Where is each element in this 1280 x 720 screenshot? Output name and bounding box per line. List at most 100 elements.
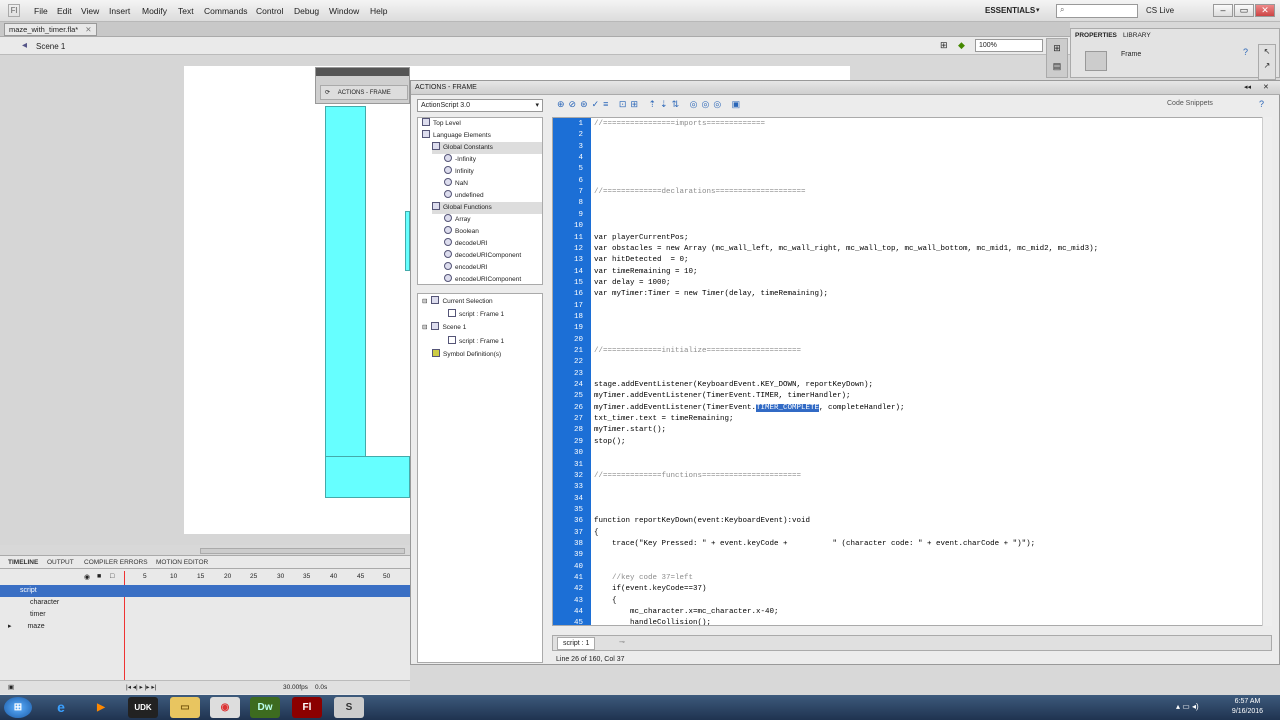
code-line[interactable]: 12 var obstacles = new Array (mc_wall_lef… <box>553 244 1271 255</box>
tree-item[interactable]: script : Frame 1 <box>448 309 504 321</box>
code-line[interactable]: 35 <box>553 505 1271 516</box>
new-layer-icon[interactable]: ▣ <box>8 681 14 695</box>
layer-row[interactable]: script <box>0 585 410 597</box>
actions-panel-title[interactable]: ACTIONS - FRAME <box>411 81 1280 95</box>
code-line[interactable]: 22 <box>553 357 1271 368</box>
menu-file[interactable]: File <box>34 6 48 16</box>
tree-item[interactable]: Language Elements <box>422 130 491 142</box>
code-line[interactable]: 39 <box>553 550 1271 561</box>
language-select[interactable]: ActionScript 3.0 ▾ <box>417 99 543 112</box>
maze-wall-bottom[interactable] <box>325 456 410 498</box>
code-snippets-button[interactable]: Code Snippets <box>1167 100 1213 107</box>
code-line[interactable]: 19 <box>553 323 1271 334</box>
tool-palette[interactable]: ↖ ↗ <box>1258 44 1276 80</box>
code-line[interactable]: 31 <box>553 460 1271 471</box>
tree-item[interactable]: ⊟ Current Selection <box>422 296 493 308</box>
tree-item[interactable]: encodeURI <box>444 262 488 274</box>
tree-item[interactable]: NaN <box>444 178 468 190</box>
tab-motion-editor[interactable]: MOTION EDITOR <box>156 559 208 566</box>
tree-item[interactable]: Symbol Definition(s) <box>432 349 501 361</box>
code-line[interactable]: 23 <box>553 369 1271 380</box>
tree-item[interactable]: ⊟ Scene 1 <box>422 322 466 334</box>
code-line[interactable]: 15 var delay = 1000; <box>553 278 1271 289</box>
clock[interactable]: 6:57 AM 9/16/2016 <box>1220 697 1275 717</box>
close-button[interactable]: ✕ <box>1255 4 1275 17</box>
zoom-select[interactable]: 100% <box>975 39 1043 52</box>
code-line[interactable]: 9 <box>553 210 1271 221</box>
menu-view[interactable]: View <box>81 6 99 16</box>
media-player-icon[interactable]: ▶ <box>86 697 116 718</box>
code-line[interactable]: 3 <box>553 142 1271 153</box>
udk-icon[interactable]: UDK <box>128 697 158 718</box>
code-line[interactable]: 25 myTimer.addEventListener(TimerEvent.TI… <box>553 391 1271 402</box>
tab-timeline[interactable]: TIMELINE <box>8 559 38 566</box>
code-editor[interactable]: 1 //================imports============= 2… <box>552 117 1272 626</box>
tab-properties[interactable]: PROPERTIES <box>1075 32 1117 39</box>
tab-compiler-errors[interactable]: COMPILER ERRORS <box>84 559 148 566</box>
cs-live-menu[interactable]: CS Live <box>1146 6 1174 15</box>
actions-panel-collapsed[interactable]: ⟳ ACTIONS - FRAME <box>315 67 410 104</box>
tab-output[interactable]: OUTPUT <box>47 559 74 566</box>
tools-strip[interactable]: ⊞ ▤ <box>1046 38 1068 78</box>
code-line[interactable]: 43 { <box>553 596 1271 607</box>
code-line[interactable]: 38 trace("Key Pressed: " + event.keyCode… <box>553 539 1271 550</box>
help-icon[interactable]: ? <box>1259 99 1264 109</box>
collapse-icon[interactable]: ◂◂ <box>1244 83 1251 91</box>
code-line[interactable]: 6 <box>553 176 1271 187</box>
selected-token[interactable]: TIMER_COMPLETE <box>756 403 820 412</box>
pin-icon[interactable]: ⊸ <box>619 638 625 646</box>
help-search-input[interactable]: ⌕ <box>1056 4 1138 18</box>
code-line[interactable]: 34 <box>553 494 1271 505</box>
outline-icon[interactable]: □ <box>110 573 114 580</box>
code-line[interactable]: 14 var timeRemaining = 10; <box>553 267 1271 278</box>
start-button[interactable]: ⊞ <box>4 697 32 718</box>
code-line[interactable]: 4 <box>553 153 1271 164</box>
tree-item[interactable]: script : Frame 1 <box>448 336 504 348</box>
tree-item[interactable]: decodeURI <box>444 238 488 250</box>
code-line[interactable]: 27 txt_timer.text = timeRemaining; <box>553 414 1271 425</box>
lock-icon[interactable]: ■ <box>97 573 101 580</box>
code-line[interactable]: 7 //=============declarations============… <box>553 187 1271 198</box>
chevron-down-icon[interactable]: ▾ <box>1036 6 1040 14</box>
app-icon[interactable]: S <box>334 697 364 718</box>
stage-horizontal-scrollbar[interactable] <box>200 548 405 554</box>
tree-item[interactable]: undefined <box>444 190 484 202</box>
code-line[interactable]: 1 //================imports============= <box>553 119 1271 130</box>
explorer-icon[interactable]: ▭ <box>170 697 200 718</box>
folder-expand-icon[interactable]: ▸ <box>8 623 12 630</box>
document-tab[interactable]: maze_with_timer.fla* ✕ <box>4 23 97 36</box>
menu-insert[interactable]: Insert <box>109 6 130 16</box>
code-line[interactable]: 33 <box>553 482 1271 493</box>
eye-icon[interactable]: ◉ <box>84 573 90 581</box>
tree-item[interactable]: Top Level <box>422 118 461 130</box>
minimize-button[interactable]: – <box>1213 4 1233 17</box>
script-toolbar[interactable]: ⊕⊘⊛✓≡ ⊡⊞ ⇡⇣⇅ ◎◎◎ ▣ <box>557 99 787 111</box>
menu-edit[interactable]: Edit <box>57 6 72 16</box>
code-line[interactable]: 16 var myTimer:Timer = new Timer(delay, t… <box>553 289 1271 300</box>
code-line[interactable]: 37 { <box>553 528 1271 539</box>
code-line[interactable]: 45 handleCollision(); <box>553 618 1271 625</box>
flash-icon[interactable]: Fl <box>292 697 322 718</box>
tree-item[interactable]: encodeURIComponent <box>444 274 521 284</box>
dreamweaver-icon[interactable]: Dw <box>250 697 280 718</box>
restore-button[interactable]: ▭ <box>1234 4 1254 17</box>
code-line[interactable]: 11 var playerCurrentPos; <box>553 233 1271 244</box>
menu-text[interactable]: Text <box>178 6 194 16</box>
fps-readout[interactable]: 30.00fps <box>283 681 308 695</box>
layer-row[interactable]: ▸ maze <box>0 621 410 633</box>
menu-window[interactable]: Window <box>329 6 359 16</box>
code-line[interactable]: 2 <box>553 130 1271 141</box>
code-line[interactable]: 32 //=============functions==============… <box>553 471 1271 482</box>
back-arrow-icon[interactable]: ◂ <box>22 40 27 51</box>
tree-item[interactable]: Global Constants <box>432 142 542 154</box>
tree-item[interactable]: Global Functions <box>432 202 542 214</box>
actions-collapsed-tab[interactable]: ⟳ ACTIONS - FRAME <box>320 85 408 100</box>
tab-library[interactable]: LIBRARY <box>1123 32 1151 39</box>
menu-help[interactable]: Help <box>370 6 387 16</box>
edit-symbols-icon[interactable]: ⊞ <box>940 40 948 51</box>
code-line[interactable]: 8 <box>553 198 1271 209</box>
code-line[interactable]: 42 if(event.keyCode==37) <box>553 584 1271 595</box>
playback-controls[interactable]: |◂ ◂| ▸ |▸ ▸| <box>126 681 156 695</box>
scene-breadcrumb[interactable]: Scene 1 <box>36 42 65 51</box>
code-vertical-scrollbar[interactable] <box>1262 117 1272 626</box>
